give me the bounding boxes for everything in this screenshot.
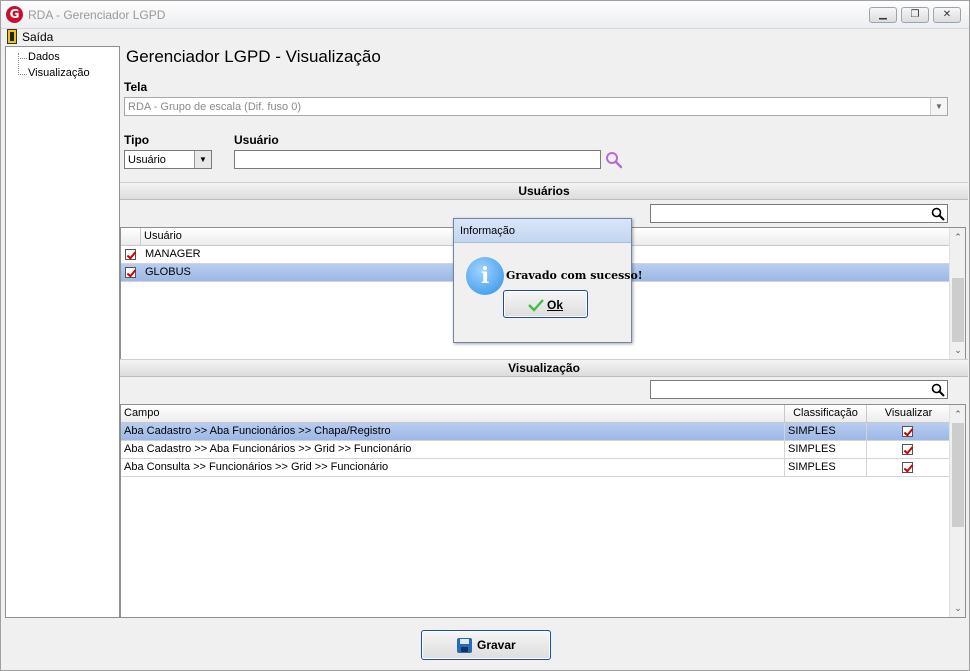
tela-label: Tela (124, 80, 148, 94)
magnifier-icon[interactable] (931, 207, 945, 221)
floppy-disk-icon (457, 638, 472, 653)
ok-button[interactable]: Ok (503, 290, 588, 318)
magnifier-icon[interactable] (605, 151, 623, 169)
scroll-up-arrow-icon[interactable]: ⌃ (950, 229, 965, 245)
scroll-thumb[interactable] (952, 278, 964, 342)
close-button[interactable]: ✕ (933, 7, 961, 23)
header-check-cell (121, 228, 141, 246)
navigation-tree: Dados Visualização (5, 46, 120, 618)
view-grid-scrollbar[interactable]: ⌃ ⌄ (949, 405, 965, 617)
row-checkbox[interactable] (125, 267, 136, 278)
tree-item-visualizacao[interactable]: Visualização (28, 67, 90, 79)
column-header-visualizar[interactable]: Visualizar (867, 405, 950, 423)
window-title: RDA - Gerenciador LGPD (28, 8, 166, 22)
dialog-message: Gravado com sucesso! (506, 269, 643, 282)
usuario-input[interactable] (234, 150, 601, 169)
scroll-down-arrow-icon[interactable]: ⌄ (950, 342, 965, 358)
view-section-header: Visualização (120, 359, 968, 377)
minimize-button[interactable]: ▁ (869, 7, 897, 23)
campo-cell: Aba Consulta >> Funcionários >> Grid >> … (121, 459, 785, 476)
visualizar-checkbox[interactable] (902, 462, 913, 473)
tree-item-dados[interactable]: Dados (28, 51, 60, 63)
view-filter-input[interactable] (650, 380, 948, 399)
table-row[interactable]: Aba Cadastro >> Aba Funcionários >> Grid… (121, 441, 950, 459)
chevron-down-icon[interactable]: ▼ (930, 98, 947, 115)
view-grid-header: Campo Classificação Visualizar (121, 405, 950, 423)
classificacao-cell: SIMPLES (785, 459, 867, 476)
title-bar[interactable]: G RDA - Gerenciador LGPD ▁ ❐ ✕ (1, 1, 969, 29)
logo-icon: G (6, 6, 23, 23)
exit-door-icon[interactable] (7, 29, 17, 44)
page-title: Gerenciador LGPD - Visualização (126, 47, 381, 66)
visualizar-checkbox[interactable] (902, 426, 913, 437)
scroll-thumb[interactable] (952, 423, 964, 527)
tela-select-value: RDA - Grupo de escala (Dif. fuso 0) (128, 101, 302, 113)
save-button-label: Gravar (477, 638, 516, 652)
classificacao-cell: SIMPLES (785, 423, 867, 440)
campo-cell: Aba Cadastro >> Aba Funcionários >> Grid… (121, 441, 785, 458)
scroll-down-arrow-icon[interactable]: ⌄ (950, 600, 965, 616)
info-icon: i (466, 257, 504, 295)
tipo-select[interactable]: Usuário ▼ (124, 150, 212, 169)
scroll-up-arrow-icon[interactable]: ⌃ (950, 406, 965, 422)
tela-select[interactable]: RDA - Grupo de escala (Dif. fuso 0) ▼ (124, 97, 948, 116)
usuario-label: Usuário (234, 133, 279, 147)
users-filter-input[interactable] (650, 204, 948, 223)
menu-item-exit[interactable]: Saída (22, 30, 53, 44)
tree-connector (18, 58, 27, 59)
checkmark-icon (528, 299, 544, 312)
users-grid-scrollbar[interactable]: ⌃ ⌄ (949, 228, 965, 359)
classificacao-cell: SIMPLES (785, 441, 867, 458)
dialog-title: Informação (460, 225, 516, 237)
tree-connector (18, 53, 19, 75)
save-button[interactable]: Gravar (421, 630, 551, 660)
visualizar-checkbox[interactable] (902, 444, 913, 455)
info-dialog: Informação i Gravado com sucesso! Ok (453, 218, 643, 343)
tipo-select-value: Usuário (128, 154, 166, 166)
magnifier-icon[interactable] (931, 383, 945, 397)
main-window: G RDA - Gerenciador LGPD ▁ ❐ ✕ Saída Dad… (0, 0, 970, 671)
restore-button[interactable]: ❐ (901, 7, 929, 23)
chevron-down-icon[interactable]: ▼ (194, 151, 211, 168)
table-row[interactable]: Aba Consulta >> Funcionários >> Grid >> … (121, 459, 950, 477)
row-checkbox[interactable] (125, 249, 136, 260)
column-header-campo[interactable]: Campo (121, 405, 785, 423)
view-grid: Campo Classificação Visualizar Aba Cadas… (120, 404, 966, 618)
tipo-label: Tipo (124, 133, 150, 147)
campo-cell: Aba Cadastro >> Aba Funcionários >> Chap… (121, 423, 785, 440)
ok-button-label: Ok (547, 298, 564, 312)
column-header-classificacao[interactable]: Classificação (785, 405, 867, 423)
dialog-title-bar[interactable]: Informação (454, 219, 631, 243)
table-row[interactable]: Aba Cadastro >> Aba Funcionários >> Chap… (121, 423, 950, 441)
menu-bar: Saída (1, 29, 969, 46)
users-section-header: Usuários (120, 182, 968, 200)
tree-connector (18, 74, 27, 75)
